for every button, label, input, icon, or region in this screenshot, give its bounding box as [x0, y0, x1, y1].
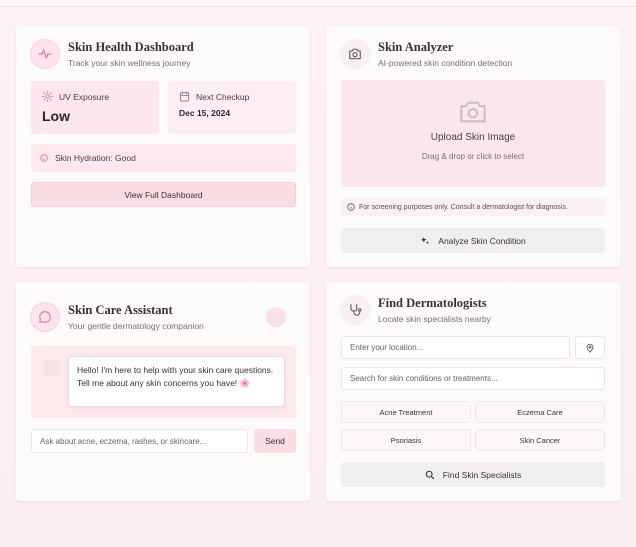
upload-dropzone[interactable]: Upload Skin Image Drag & drop or click t…	[341, 80, 605, 187]
upload-title: Upload Skin Image	[430, 132, 516, 143]
next-checkup-label: Next Checkup	[196, 91, 250, 102]
assistant-message: Hello! I'm here to help with your skin c…	[68, 356, 285, 407]
next-checkup-stat: Next Checkup Dec 15, 2024	[168, 81, 296, 134]
hydration-text: Skin Hydration: Good	[55, 153, 136, 163]
camera-icon	[340, 39, 370, 69]
stethoscope-icon	[340, 295, 370, 325]
location-input[interactable]: Enter your location...	[341, 336, 570, 359]
analyzer-header: Skin Analyzer AI-powered skin condition …	[340, 39, 512, 69]
dermatologists-subtitle: Locate skin specialists nearby	[378, 314, 491, 324]
tag-acne-treatment[interactable]: Acne Treatment	[341, 401, 471, 423]
assistant-avatar	[42, 359, 60, 377]
assistant-header: Skin Care Assistant Your gentle dermatol…	[30, 302, 204, 332]
analyze-skin-condition-button[interactable]: Analyze Skin Condition	[341, 228, 605, 253]
disclaimer-text: For screening purposes only. Consult a d…	[359, 203, 568, 211]
skin-health-dashboard-card: Skin Health Dashboard Track your skin we…	[16, 26, 310, 267]
condition-search-input[interactable]: Search for skin conditions or treatments…	[341, 367, 605, 390]
dashboard-title: Skin Health Dashboard	[68, 40, 194, 54]
find-specialists-label: Find Skin Specialists	[442, 469, 522, 480]
send-button[interactable]: Send	[254, 429, 296, 453]
top-bar	[0, 0, 636, 7]
uv-exposure-label: UV Exposure	[59, 91, 110, 102]
tag-skin-cancer[interactable]: Skin Cancer	[475, 429, 605, 451]
camera-upload-icon	[460, 101, 486, 123]
dermatologists-header: Find Dermatologists Locate skin speciali…	[340, 295, 491, 325]
sun-icon	[42, 91, 53, 102]
skin-care-assistant-card: Skin Care Assistant Your gentle dermatol…	[16, 282, 310, 501]
dermatologists-title: Find Dermatologists	[378, 296, 487, 310]
screening-disclaimer: For screening purposes only. Consult a d…	[341, 198, 605, 216]
chat-bubble-icon	[30, 302, 60, 332]
sparkles-icon	[421, 236, 430, 244]
hydration-status: Skin Hydration: Good	[31, 144, 296, 172]
analyze-button-label: Analyze Skin Condition	[438, 235, 526, 246]
uv-exposure-value: Low	[42, 108, 70, 124]
use-location-button[interactable]	[575, 336, 605, 359]
droplet-icon	[40, 154, 48, 162]
assistant-title: Skin Care Assistant	[68, 303, 173, 317]
map-pin-icon	[586, 343, 594, 353]
skin-analyzer-card: Skin Analyzer AI-powered skin condition …	[326, 26, 621, 267]
activity-icon	[30, 39, 60, 69]
calendar-icon	[179, 91, 190, 102]
view-full-dashboard-button[interactable]: View Full Dashboard	[31, 182, 296, 207]
info-icon	[347, 203, 355, 211]
find-skin-specialists-button[interactable]: Find Skin Specialists	[341, 462, 605, 487]
assistant-subtitle: Your gentle dermatology companion	[68, 321, 204, 331]
chat-input[interactable]: Ask about acne, eczema, rashes, or skinc…	[31, 429, 248, 453]
tag-psoriasis[interactable]: Psoriasis	[341, 429, 471, 451]
decorative-dot	[266, 307, 286, 327]
upload-subtitle: Drag & drop or click to select	[421, 152, 525, 161]
search-icon	[425, 470, 435, 479]
find-dermatologists-card: Find Dermatologists Locate skin speciali…	[326, 282, 621, 501]
tag-eczema-care[interactable]: Eczema Care	[475, 401, 605, 423]
analyzer-title: Skin Analyzer	[378, 40, 454, 54]
next-checkup-value: Dec 15, 2024	[179, 108, 231, 118]
dashboard-subtitle: Track your skin wellness journey	[68, 58, 191, 68]
dashboard-header: Skin Health Dashboard Track your skin we…	[30, 39, 194, 69]
uv-exposure-stat: UV Exposure Low	[31, 81, 159, 134]
analyzer-subtitle: AI-powered skin condition detection	[378, 58, 513, 68]
chat-messages: Hello! I'm here to help with your skin c…	[31, 346, 296, 418]
